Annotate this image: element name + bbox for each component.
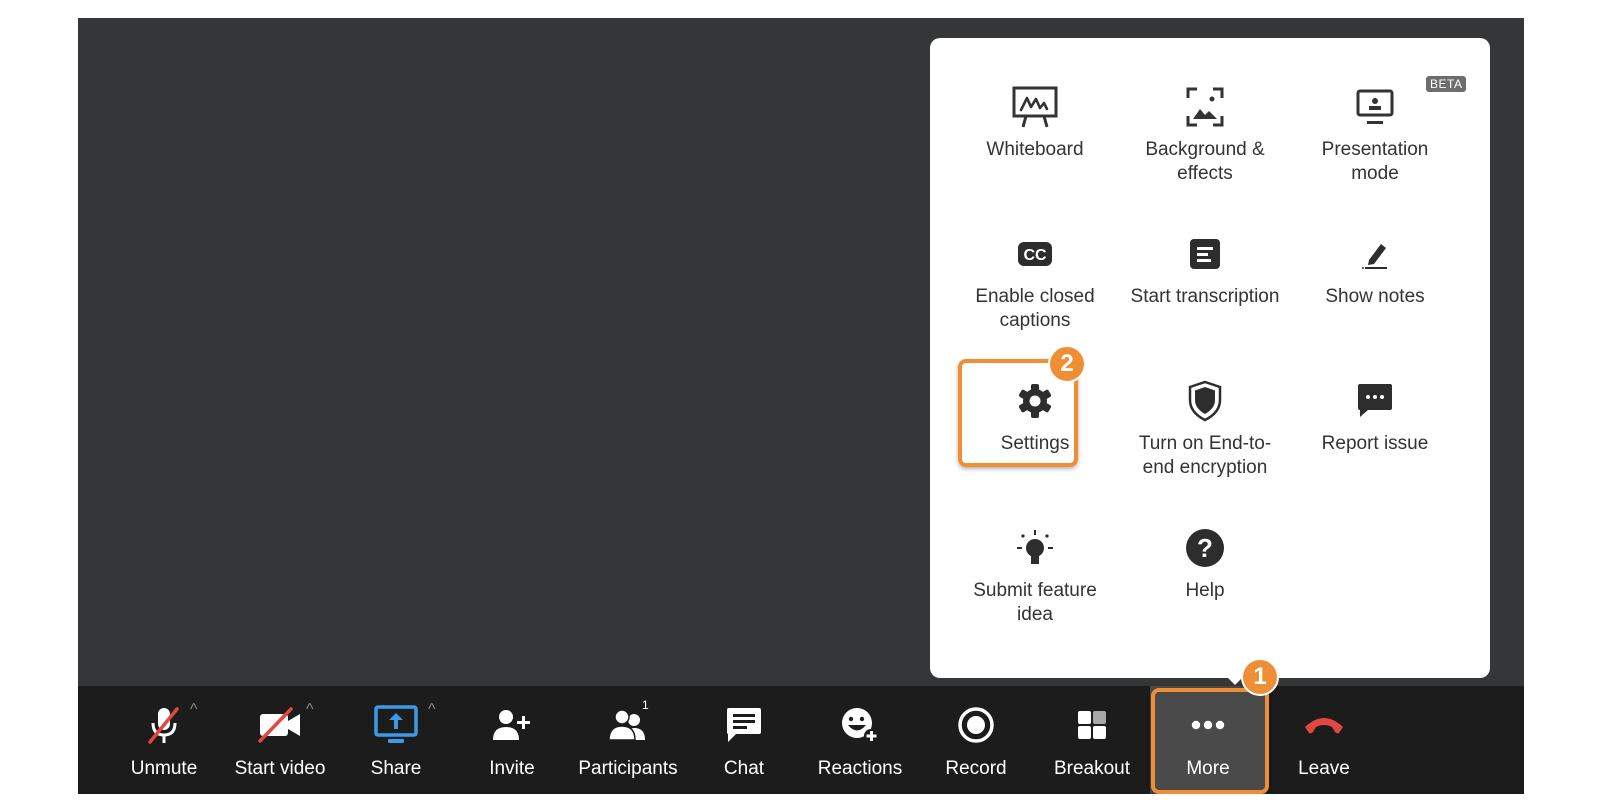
report-issue-icon (1288, 376, 1462, 426)
meeting-window: Whiteboard Background & effects BETA Pre… (78, 18, 1524, 794)
menu-item-label: Whiteboard (986, 139, 1084, 160)
more-menu-popup: Whiteboard Background & effects BETA Pre… (930, 38, 1490, 678)
menu-item-end-to-end-encryption[interactable]: Turn on End-to- end encryption (1118, 376, 1292, 506)
whiteboard-icon (948, 82, 1122, 132)
notes-pencil-icon (1288, 229, 1462, 279)
menu-item-label: Report issue (1321, 433, 1429, 454)
participants-button[interactable]: 1 Participants (570, 686, 686, 794)
menu-item-presentation-mode[interactable]: BETA Presentation mode (1288, 76, 1467, 212)
menu-item-label: Show notes (1325, 286, 1425, 307)
leave-phone-icon (1266, 708, 1382, 742)
menu-item-label: Submit feature idea (973, 580, 1097, 625)
video-options-caret[interactable]: ^ (306, 702, 314, 718)
chat-icon (686, 708, 802, 742)
shield-icon (1118, 376, 1292, 426)
background-effects-icon (1118, 82, 1292, 132)
svg-text:?: ? (1197, 533, 1213, 563)
menu-item-label: Start transcription (1130, 286, 1280, 307)
step-badge-1: 1 (1241, 658, 1279, 696)
beta-badge: BETA (1426, 76, 1467, 92)
menu-item-report-issue[interactable]: Report issue (1288, 376, 1462, 506)
audio-options-caret[interactable]: ^ (190, 702, 198, 718)
step-badge-2: 2 (1048, 345, 1086, 383)
menu-item-submit-feature-idea[interactable]: Submit feature idea (948, 523, 1122, 653)
menu-item-label: Help (1185, 580, 1225, 601)
menu-item-background-effects[interactable]: Background & effects (1118, 82, 1292, 212)
meeting-toolbar: ^ Unmute ^ Start video ^ Share Invite 1 … (78, 686, 1524, 794)
participants-icon (570, 708, 686, 742)
menu-item-start-transcription[interactable]: Start transcription (1118, 229, 1292, 359)
lightbulb-icon (948, 523, 1122, 573)
closed-captions-icon: CC (948, 229, 1122, 279)
add-user-icon (454, 708, 570, 742)
video-off-icon (222, 707, 338, 743)
record-button[interactable]: Record (918, 686, 1034, 794)
start-video-button[interactable]: ^ Start video (222, 686, 338, 794)
transcription-icon (1118, 229, 1292, 279)
participant-count: 1 (642, 698, 649, 712)
microphone-muted-icon (106, 707, 222, 744)
help-icon: ? (1118, 523, 1292, 573)
menu-item-whiteboard[interactable]: Whiteboard (948, 82, 1122, 212)
share-screen-icon (338, 705, 454, 743)
unmute-button[interactable]: ^ Unmute (106, 686, 222, 794)
menu-item-help[interactable]: ? Help (1118, 523, 1292, 653)
leave-button[interactable]: Leave (1266, 686, 1382, 794)
menu-item-label: Enable closed captions (975, 286, 1095, 331)
record-icon (918, 707, 1034, 743)
breakout-icon (1034, 708, 1150, 742)
menu-item-show-notes[interactable]: Show notes (1288, 229, 1462, 359)
menu-item-label: Background & effects (1145, 139, 1265, 184)
more-highlight-box (1151, 688, 1269, 794)
reactions-icon (802, 708, 918, 743)
invite-button[interactable]: Invite (454, 686, 570, 794)
menu-item-label: Turn on End-to- end encryption (1138, 433, 1272, 478)
menu-item-closed-captions[interactable]: CC Enable closed captions (948, 229, 1122, 359)
breakout-button[interactable]: Breakout (1034, 686, 1150, 794)
reactions-button[interactable]: Reactions (802, 686, 918, 794)
share-options-caret[interactable]: ^ (428, 702, 436, 718)
svg-text:CC: CC (1023, 247, 1047, 264)
chat-button[interactable]: Chat (686, 686, 802, 794)
menu-item-label: Presentation mode (1321, 139, 1429, 184)
share-button[interactable]: ^ Share (338, 686, 454, 794)
